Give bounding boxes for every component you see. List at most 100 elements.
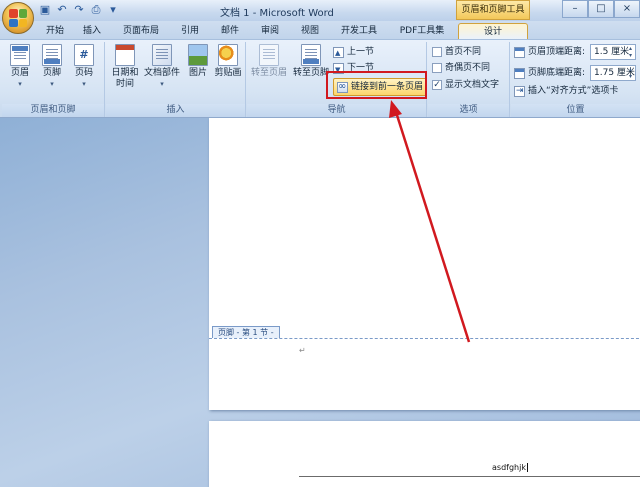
footer-bottom-distance-label: 页脚底端距离: xyxy=(514,66,585,80)
goto-footer-label: 转至页脚 xyxy=(292,68,329,78)
highlight-box xyxy=(326,71,427,99)
window-title: 文档 1 - Microsoft Word xyxy=(220,8,334,19)
goto-header-icon xyxy=(259,44,279,66)
footer-button-label: 页脚 xyxy=(42,68,61,78)
window-controls: – □ × xyxy=(562,0,640,18)
footer-boundary xyxy=(209,338,640,339)
paragraph-mark[interactable]: ↵ xyxy=(299,346,306,355)
customize-icon[interactable]: ▾ xyxy=(106,3,120,17)
dropdown-arrow-icon: ▾ xyxy=(160,80,164,88)
tab-home[interactable]: 开始 xyxy=(38,23,72,39)
group-label-options: 选项 xyxy=(428,104,509,117)
group-label-navigation: 导航 xyxy=(247,104,426,117)
page-number-button[interactable]: # 页码 ▾ xyxy=(69,44,99,90)
alignment-tab-icon xyxy=(514,84,525,98)
tab-view[interactable]: 视图 xyxy=(294,23,326,39)
tab-references[interactable]: 引用 xyxy=(174,23,206,39)
calendar-icon xyxy=(115,44,135,66)
header-button[interactable]: 页眉 ▾ xyxy=(5,44,35,90)
group-label-insert: 插入 xyxy=(106,104,245,117)
footer-icon xyxy=(42,44,62,66)
header-position-icon xyxy=(514,46,525,58)
header-button-label: 页眉 xyxy=(10,68,29,78)
footer-position-icon xyxy=(514,67,525,79)
dropdown-arrow-icon: ▾ xyxy=(82,80,86,88)
insert-alignment-tab-label: 插入“对齐方式”选项卡 xyxy=(528,86,619,96)
header-top-distance-input[interactable]: 1.5 厘米 xyxy=(590,44,636,60)
quick-parts-button[interactable]: 文档部件 ▾ xyxy=(142,44,182,90)
tab-review[interactable]: 审阅 xyxy=(254,23,286,39)
group-label-header-footer: 页眉和页脚 xyxy=(2,104,104,117)
header-top-distance-text: 页眉顶端距离: xyxy=(528,47,586,57)
maximize-button[interactable]: □ xyxy=(588,0,614,18)
dropdown-arrow-icon: ▾ xyxy=(18,80,22,88)
footer-section-tag: 页脚 - 第 1 节 - xyxy=(212,326,280,338)
group-label-position: 位置 xyxy=(511,104,640,117)
header-text-content: asdfghjk xyxy=(492,463,526,472)
footer-bottom-distance-text: 页脚底端距离: xyxy=(528,68,586,78)
checkbox-unchecked[interactable] xyxy=(432,47,442,57)
header-icon xyxy=(10,44,30,66)
tab-design[interactable]: 设计 xyxy=(458,23,528,39)
title-bar: ▣ ↶ ↷ ⎙ ▾ 文档 1 - Microsoft Word 页眉和页脚工具 … xyxy=(0,0,640,21)
different-first-page-label: 首页不同 xyxy=(445,47,482,57)
different-odd-even-label: 奇偶页不同 xyxy=(445,63,491,73)
tab-page-layout[interactable]: 页面布局 xyxy=(114,23,168,39)
footer-bottom-distance-input[interactable]: 1.75 厘米 xyxy=(590,65,636,81)
minimize-button[interactable]: – xyxy=(562,0,588,18)
picture-button[interactable]: 图片 xyxy=(183,44,213,79)
footer-button[interactable]: 页脚 ▾ xyxy=(37,44,67,90)
header-top-distance-label: 页眉顶端距离: xyxy=(514,45,585,59)
show-document-text-option[interactable]: ✓ 显示文档文字 xyxy=(432,78,499,92)
ribbon: 页眉 ▾ 页脚 ▾ # 页码 ▾ 页眉和页脚 日期和 时间 文档部件 ▾ 图片 剪贴画 xyxy=(0,39,640,118)
tab-pdf-tools[interactable]: PDF工具集 xyxy=(392,23,452,39)
tab-insert[interactable]: 插入 xyxy=(76,23,108,39)
context-tab-group-label: 页眉和页脚工具 xyxy=(456,0,530,20)
insert-alignment-tab-button[interactable]: 插入“对齐方式”选项卡 xyxy=(514,84,618,98)
page-number-icon: # xyxy=(74,44,94,66)
document-page[interactable]: 页脚 - 第 1 节 - ↵ xyxy=(209,118,640,410)
save-icon[interactable]: ▣ xyxy=(38,3,52,17)
document-page[interactable]: asdfghjk xyxy=(209,421,640,487)
checkbox-checked[interactable]: ✓ xyxy=(432,80,442,90)
group-options: 首页不同 奇偶页不同 ✓ 显示文档文字 选项 xyxy=(428,42,510,117)
print-preview-icon[interactable]: ⎙ xyxy=(89,3,103,17)
prev-section-button[interactable]: 上一节 xyxy=(333,45,375,60)
goto-footer-button[interactable]: 转至页脚 xyxy=(291,44,331,79)
text-cursor xyxy=(526,463,528,472)
quick-parts-icon xyxy=(152,44,172,66)
show-document-text-label: 显示文档文字 xyxy=(445,80,500,90)
date-time-button-label: 日期和 时间 xyxy=(111,68,139,89)
tab-developer[interactable]: 开发工具 xyxy=(332,23,386,39)
close-button[interactable]: × xyxy=(614,0,640,18)
dropdown-arrow-icon: ▾ xyxy=(50,80,54,88)
undo-icon[interactable]: ↶ xyxy=(55,3,69,17)
tab-mailings[interactable]: 邮件 xyxy=(214,23,246,39)
picture-button-label: 图片 xyxy=(188,68,207,78)
header-underline xyxy=(299,476,640,477)
group-insert: 日期和 时间 文档部件 ▾ 图片 剪贴画 插入 xyxy=(106,42,246,117)
group-header-footer: 页眉 ▾ 页脚 ▾ # 页码 ▾ 页眉和页脚 xyxy=(2,42,105,117)
different-first-page-option[interactable]: 首页不同 xyxy=(432,45,481,59)
checkbox-unchecked[interactable] xyxy=(432,63,442,73)
goto-footer-icon xyxy=(301,44,321,66)
goto-header-label: 转至页眉 xyxy=(250,68,287,78)
redo-icon[interactable]: ↷ xyxy=(72,3,86,17)
clip-art-button[interactable]: 剪贴画 xyxy=(212,44,244,79)
prev-section-label: 上一节 xyxy=(347,47,375,57)
header-text[interactable]: asdfghjk xyxy=(492,463,528,472)
clip-art-button-label: 剪贴画 xyxy=(214,68,242,78)
quick-access-toolbar: ▣ ↶ ↷ ⎙ ▾ xyxy=(38,3,120,17)
quick-parts-button-label: 文档部件 xyxy=(143,68,180,78)
ribbon-tabs: 开始 插入 页面布局 引用 邮件 审阅 视图 开发工具 PDF工具集 设计 xyxy=(0,21,640,39)
office-logo-icon xyxy=(9,9,27,27)
different-odd-even-option[interactable]: 奇偶页不同 xyxy=(432,61,490,75)
office-button[interactable] xyxy=(2,2,34,34)
group-position: 页眉顶端距离: 1.5 厘米 页脚底端距离: 1.75 厘米 插入“对齐方式”选… xyxy=(511,42,640,117)
date-time-button[interactable]: 日期和 时间 xyxy=(108,44,142,90)
page-number-button-label: 页码 xyxy=(74,68,93,78)
document-area: 页脚 - 第 1 节 - ↵ asdfghjk xyxy=(0,118,640,487)
previous-icon xyxy=(333,46,344,60)
clip-art-icon xyxy=(218,44,238,66)
goto-header-button[interactable]: 转至页眉 xyxy=(249,44,289,79)
